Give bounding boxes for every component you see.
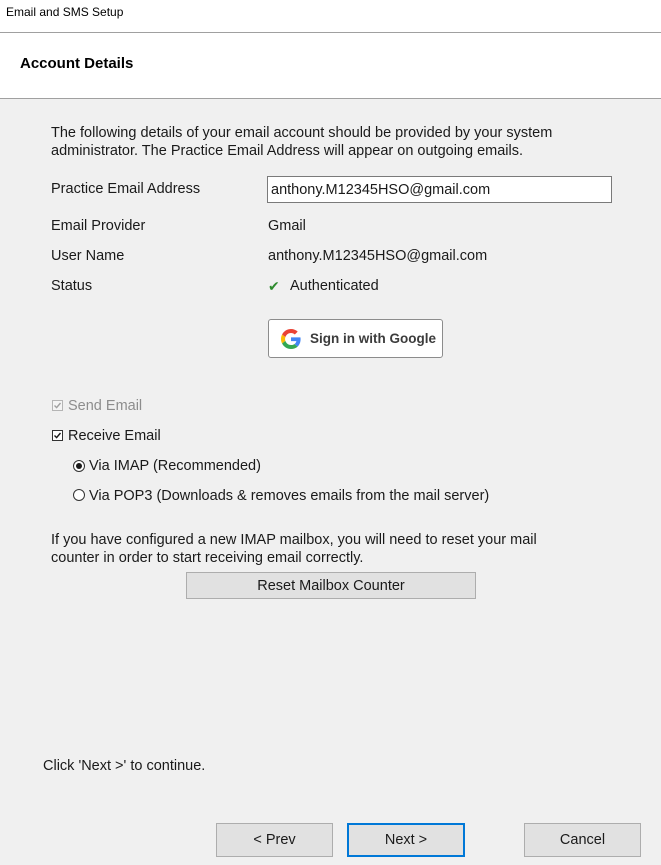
checkmark-icon: ✔ <box>268 278 280 294</box>
reset-note-text: If you have configured a new IMAP mailbo… <box>51 532 537 566</box>
via-imap-radio[interactable] <box>73 460 85 472</box>
google-logo-icon <box>281 328 301 349</box>
page-header: Account Details <box>0 33 661 99</box>
page-title: Account Details <box>20 55 134 72</box>
user-name-value: anthony.M12345HSO@gmail.com <box>268 248 488 264</box>
receive-email-checkbox[interactable] <box>52 430 63 441</box>
window-titlebar: Email and SMS Setup <box>0 0 661 33</box>
cancel-button[interactable]: Cancel <box>524 823 641 857</box>
google-button-label: Sign in with Google <box>310 331 436 346</box>
window-title: Email and SMS Setup <box>6 5 124 19</box>
via-pop3-label: Via POP3 (Downloads & removes emails fro… <box>89 488 490 504</box>
practice-email-label: Practice Email Address <box>51 181 201 197</box>
user-name-label: User Name <box>51 248 125 264</box>
email-provider-label: Email Provider <box>51 218 146 234</box>
next-button[interactable]: Next > <box>347 823 465 857</box>
sign-in-with-google-button[interactable]: Sign in with Google <box>268 319 443 358</box>
continue-hint: Click 'Next >' to continue. <box>43 758 206 774</box>
prev-button[interactable]: < Prev <box>216 823 333 857</box>
via-pop3-radio[interactable] <box>73 489 85 501</box>
email-provider-value: Gmail <box>268 218 306 234</box>
practice-email-input[interactable] <box>267 176 612 203</box>
status-value: Authenticated <box>290 278 379 294</box>
reset-mailbox-counter-button[interactable]: Reset Mailbox Counter <box>186 572 476 599</box>
intro-text: The following details of your email acco… <box>51 125 553 159</box>
radio-selected-dot <box>76 463 82 469</box>
checkmark-icon <box>54 402 62 409</box>
receive-email-label: Receive Email <box>68 428 161 444</box>
send-email-label: Send Email <box>68 398 143 414</box>
send-email-checkbox[interactable] <box>52 400 63 411</box>
via-imap-label: Via IMAP (Recommended) <box>89 458 261 474</box>
checkmark-icon <box>54 432 62 439</box>
status-label: Status <box>51 278 93 294</box>
